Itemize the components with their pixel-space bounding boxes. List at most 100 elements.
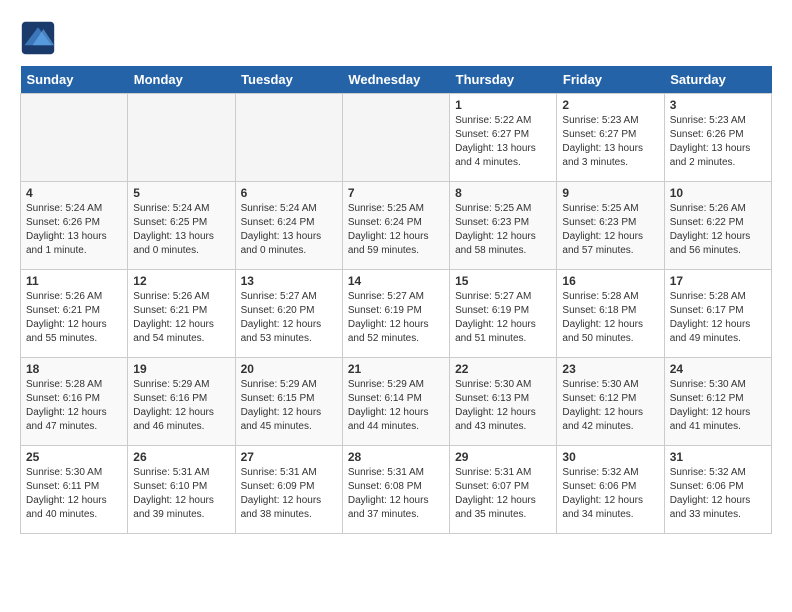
day-info: Sunrise: 5:29 AM Sunset: 6:16 PM Dayligh…	[133, 378, 229, 434]
header-friday: Friday	[557, 66, 664, 94]
day-info: Sunrise: 5:31 AM Sunset: 6:08 PM Dayligh…	[348, 466, 444, 522]
day-info: Sunrise: 5:26 AM Sunset: 6:21 PM Dayligh…	[133, 290, 229, 346]
header-monday: Monday	[128, 66, 235, 94]
day-number: 16	[562, 274, 658, 288]
day-number: 15	[455, 274, 551, 288]
day-number: 30	[562, 450, 658, 464]
calendar-week-row: 4 Sunrise: 5:24 AM Sunset: 6:26 PM Daylig…	[21, 182, 772, 270]
logo	[20, 20, 60, 56]
day-info: Sunrise: 5:30 AM Sunset: 6:12 PM Dayligh…	[670, 378, 766, 434]
day-number: 28	[348, 450, 444, 464]
day-info: Sunrise: 5:25 AM Sunset: 6:23 PM Dayligh…	[455, 202, 551, 258]
day-number: 29	[455, 450, 551, 464]
calendar-cell: 9 Sunrise: 5:25 AM Sunset: 6:23 PM Daylig…	[557, 182, 664, 270]
calendar-cell: 21 Sunrise: 5:29 AM Sunset: 6:14 PM Dayli…	[342, 358, 449, 446]
day-info: Sunrise: 5:23 AM Sunset: 6:26 PM Dayligh…	[670, 114, 766, 170]
calendar-table: SundayMondayTuesdayWednesdayThursdayFrid…	[20, 66, 772, 534]
day-number: 18	[26, 362, 122, 376]
day-info: Sunrise: 5:27 AM Sunset: 6:19 PM Dayligh…	[455, 290, 551, 346]
header-sunday: Sunday	[21, 66, 128, 94]
day-number: 27	[241, 450, 337, 464]
calendar-cell: 20 Sunrise: 5:29 AM Sunset: 6:15 PM Dayli…	[235, 358, 342, 446]
calendar-cell: 10 Sunrise: 5:26 AM Sunset: 6:22 PM Dayli…	[664, 182, 771, 270]
header-tuesday: Tuesday	[235, 66, 342, 94]
calendar-cell: 4 Sunrise: 5:24 AM Sunset: 6:26 PM Daylig…	[21, 182, 128, 270]
day-number: 12	[133, 274, 229, 288]
day-number: 7	[348, 186, 444, 200]
calendar-cell	[21, 94, 128, 182]
calendar-cell: 13 Sunrise: 5:27 AM Sunset: 6:20 PM Dayli…	[235, 270, 342, 358]
day-info: Sunrise: 5:24 AM Sunset: 6:25 PM Dayligh…	[133, 202, 229, 258]
day-info: Sunrise: 5:30 AM Sunset: 6:11 PM Dayligh…	[26, 466, 122, 522]
calendar-cell: 6Sunrise: 5:24 AM Sunset: 6:24 PM Daylig…	[235, 182, 342, 270]
calendar-week-row: 11Sunrise: 5:26 AM Sunset: 6:21 PM Dayli…	[21, 270, 772, 358]
calendar-cell: 26Sunrise: 5:31 AM Sunset: 6:10 PM Dayli…	[128, 446, 235, 534]
day-info: Sunrise: 5:26 AM Sunset: 6:21 PM Dayligh…	[26, 290, 122, 346]
calendar-cell: 23 Sunrise: 5:30 AM Sunset: 6:12 PM Dayli…	[557, 358, 664, 446]
calendar-cell: 24 Sunrise: 5:30 AM Sunset: 6:12 PM Dayli…	[664, 358, 771, 446]
calendar-cell: 2Sunrise: 5:23 AM Sunset: 6:27 PM Daylig…	[557, 94, 664, 182]
header-thursday: Thursday	[450, 66, 557, 94]
day-info: Sunrise: 5:24 AM Sunset: 6:26 PM Dayligh…	[26, 202, 122, 258]
calendar-cell: 29 Sunrise: 5:31 AM Sunset: 6:07 PM Dayli…	[450, 446, 557, 534]
day-info: Sunrise: 5:28 AM Sunset: 6:16 PM Dayligh…	[26, 378, 122, 434]
calendar-cell: 17 Sunrise: 5:28 AM Sunset: 6:17 PM Dayli…	[664, 270, 771, 358]
day-info: Sunrise: 5:26 AM Sunset: 6:22 PM Dayligh…	[670, 202, 766, 258]
calendar-week-row: 18 Sunrise: 5:28 AM Sunset: 6:16 PM Dayli…	[21, 358, 772, 446]
day-number: 9	[562, 186, 658, 200]
calendar-cell	[235, 94, 342, 182]
calendar-cell: 27Sunrise: 5:31 AM Sunset: 6:09 PM Dayli…	[235, 446, 342, 534]
day-info: Sunrise: 5:25 AM Sunset: 6:24 PM Dayligh…	[348, 202, 444, 258]
day-info: Sunrise: 5:29 AM Sunset: 6:14 PM Dayligh…	[348, 378, 444, 434]
day-info: Sunrise: 5:27 AM Sunset: 6:19 PM Dayligh…	[348, 290, 444, 346]
day-number: 4	[26, 186, 122, 200]
day-info: Sunrise: 5:31 AM Sunset: 6:07 PM Dayligh…	[455, 466, 551, 522]
calendar-week-row: 1 Sunrise: 5:22 AM Sunset: 6:27 PM Daylig…	[21, 94, 772, 182]
day-info: Sunrise: 5:32 AM Sunset: 6:06 PM Dayligh…	[562, 466, 658, 522]
logo-icon	[20, 20, 56, 56]
calendar-cell: 30 Sunrise: 5:32 AM Sunset: 6:06 PM Dayli…	[557, 446, 664, 534]
calendar-cell: 7 Sunrise: 5:25 AM Sunset: 6:24 PM Daylig…	[342, 182, 449, 270]
day-number: 24	[670, 362, 766, 376]
calendar-cell: 19 Sunrise: 5:29 AM Sunset: 6:16 PM Dayli…	[128, 358, 235, 446]
calendar-cell: 3 Sunrise: 5:23 AM Sunset: 6:26 PM Daylig…	[664, 94, 771, 182]
day-number: 14	[348, 274, 444, 288]
day-info: Sunrise: 5:27 AM Sunset: 6:20 PM Dayligh…	[241, 290, 337, 346]
header-saturday: Saturday	[664, 66, 771, 94]
day-number: 3	[670, 98, 766, 112]
day-info: Sunrise: 5:23 AM Sunset: 6:27 PM Dayligh…	[562, 114, 658, 170]
calendar-cell: 18 Sunrise: 5:28 AM Sunset: 6:16 PM Dayli…	[21, 358, 128, 446]
day-number: 1	[455, 98, 551, 112]
day-number: 21	[348, 362, 444, 376]
day-number: 8	[455, 186, 551, 200]
calendar-cell: 25 Sunrise: 5:30 AM Sunset: 6:11 PM Dayli…	[21, 446, 128, 534]
day-number: 10	[670, 186, 766, 200]
calendar-cell: 28 Sunrise: 5:31 AM Sunset: 6:08 PM Dayli…	[342, 446, 449, 534]
day-number: 23	[562, 362, 658, 376]
day-number: 19	[133, 362, 229, 376]
calendar-header-row: SundayMondayTuesdayWednesdayThursdayFrid…	[21, 66, 772, 94]
day-number: 20	[241, 362, 337, 376]
day-number: 25	[26, 450, 122, 464]
day-number: 26	[133, 450, 229, 464]
day-info: Sunrise: 5:28 AM Sunset: 6:18 PM Dayligh…	[562, 290, 658, 346]
page-header	[20, 20, 772, 56]
day-number: 17	[670, 274, 766, 288]
day-info: Sunrise: 5:30 AM Sunset: 6:13 PM Dayligh…	[455, 378, 551, 434]
day-number: 13	[241, 274, 337, 288]
day-info: Sunrise: 5:25 AM Sunset: 6:23 PM Dayligh…	[562, 202, 658, 258]
calendar-cell: 22Sunrise: 5:30 AM Sunset: 6:13 PM Dayli…	[450, 358, 557, 446]
calendar-cell: 31Sunrise: 5:32 AM Sunset: 6:06 PM Dayli…	[664, 446, 771, 534]
calendar-cell: 12 Sunrise: 5:26 AM Sunset: 6:21 PM Dayli…	[128, 270, 235, 358]
calendar-cell: 14 Sunrise: 5:27 AM Sunset: 6:19 PM Dayli…	[342, 270, 449, 358]
day-info: Sunrise: 5:28 AM Sunset: 6:17 PM Dayligh…	[670, 290, 766, 346]
header-wednesday: Wednesday	[342, 66, 449, 94]
day-info: Sunrise: 5:29 AM Sunset: 6:15 PM Dayligh…	[241, 378, 337, 434]
day-number: 6	[241, 186, 337, 200]
calendar-cell: 15 Sunrise: 5:27 AM Sunset: 6:19 PM Dayli…	[450, 270, 557, 358]
calendar-cell: 11Sunrise: 5:26 AM Sunset: 6:21 PM Dayli…	[21, 270, 128, 358]
calendar-cell	[342, 94, 449, 182]
calendar-cell: 8 Sunrise: 5:25 AM Sunset: 6:23 PM Daylig…	[450, 182, 557, 270]
day-info: Sunrise: 5:30 AM Sunset: 6:12 PM Dayligh…	[562, 378, 658, 434]
day-info: Sunrise: 5:22 AM Sunset: 6:27 PM Dayligh…	[455, 114, 551, 170]
